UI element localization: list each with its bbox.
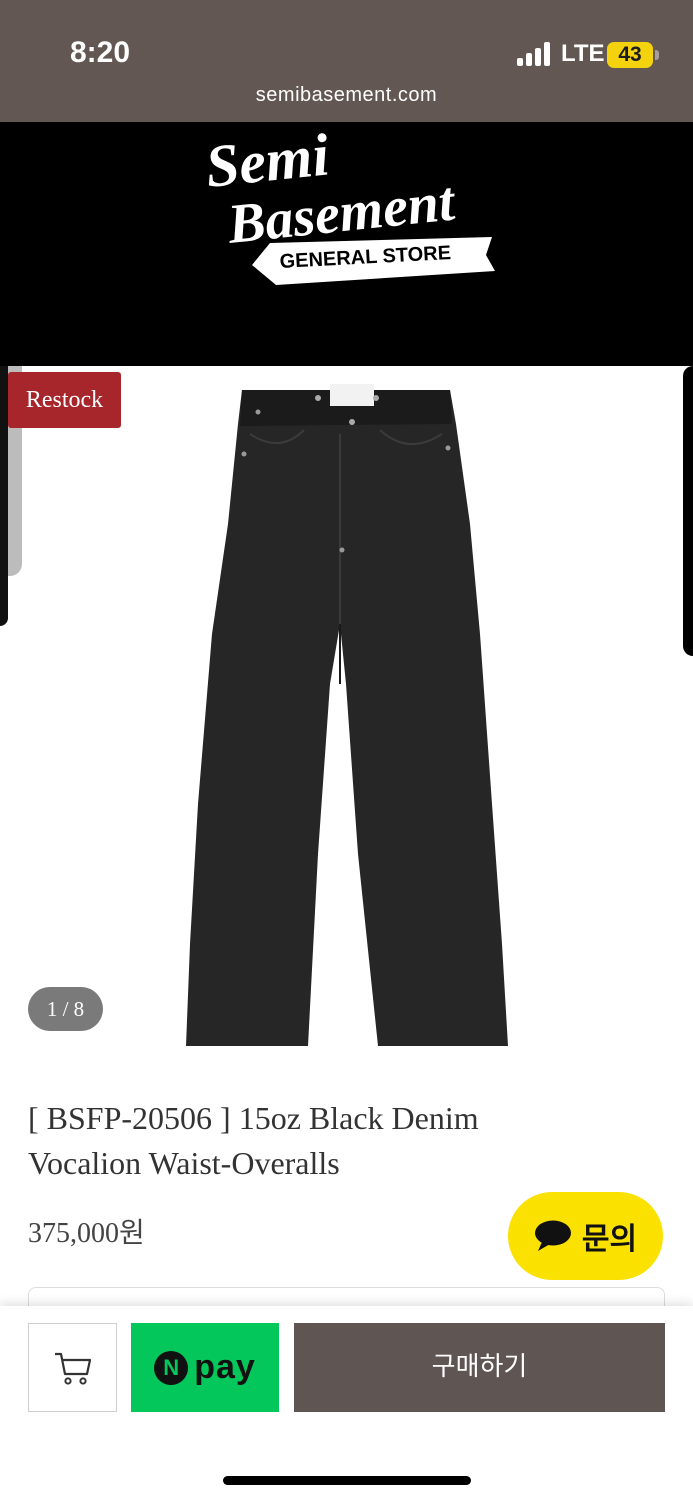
address-bar[interactable]: semibasement.com <box>0 84 693 107</box>
npay-label: pay <box>194 1348 256 1386</box>
product-title: [ BSFP-20506 ] 15oz Black Denim Vocalion… <box>28 1096 588 1186</box>
browser-top-bar: 8:20 LTE 43 semibasement.com <box>0 0 693 122</box>
add-to-cart-button[interactable] <box>28 1323 117 1412</box>
restock-badge: Restock <box>8 372 121 428</box>
status-time: 8:20 <box>70 36 131 69</box>
battery-cap <box>655 50 659 60</box>
naver-n-icon: N <box>154 1350 189 1385</box>
slide-counter: 1 / 8 <box>28 987 103 1031</box>
previous-slide-edge <box>0 366 8 626</box>
product-price: 375,000원 <box>28 1218 145 1249</box>
product-title-line-1: [ BSFP-20506 ] 15oz Black Denim <box>28 1100 479 1136</box>
cart-icon <box>54 1352 91 1385</box>
product-title-line-2: Vocalion Waist-Overalls <box>28 1145 340 1181</box>
signal-strength-icon <box>517 42 553 66</box>
battery-icon: 43 <box>607 42 653 68</box>
inquiry-label: 문의 <box>581 1222 638 1257</box>
product-image-jeans[interactable] <box>180 384 520 1049</box>
next-slide-peek[interactable] <box>683 366 693 656</box>
inquiry-button[interactable]: 문의 <box>508 1192 663 1280</box>
buy-now-button[interactable]: 구매하기 <box>294 1323 665 1412</box>
home-indicator[interactable] <box>223 1476 471 1485</box>
naver-pay-button[interactable]: N pay <box>131 1323 279 1412</box>
chat-bubble-icon <box>534 1220 571 1251</box>
network-type: LTE <box>561 40 605 67</box>
site-logo[interactable]: Semi Basement GENERAL STORE <box>190 125 510 300</box>
